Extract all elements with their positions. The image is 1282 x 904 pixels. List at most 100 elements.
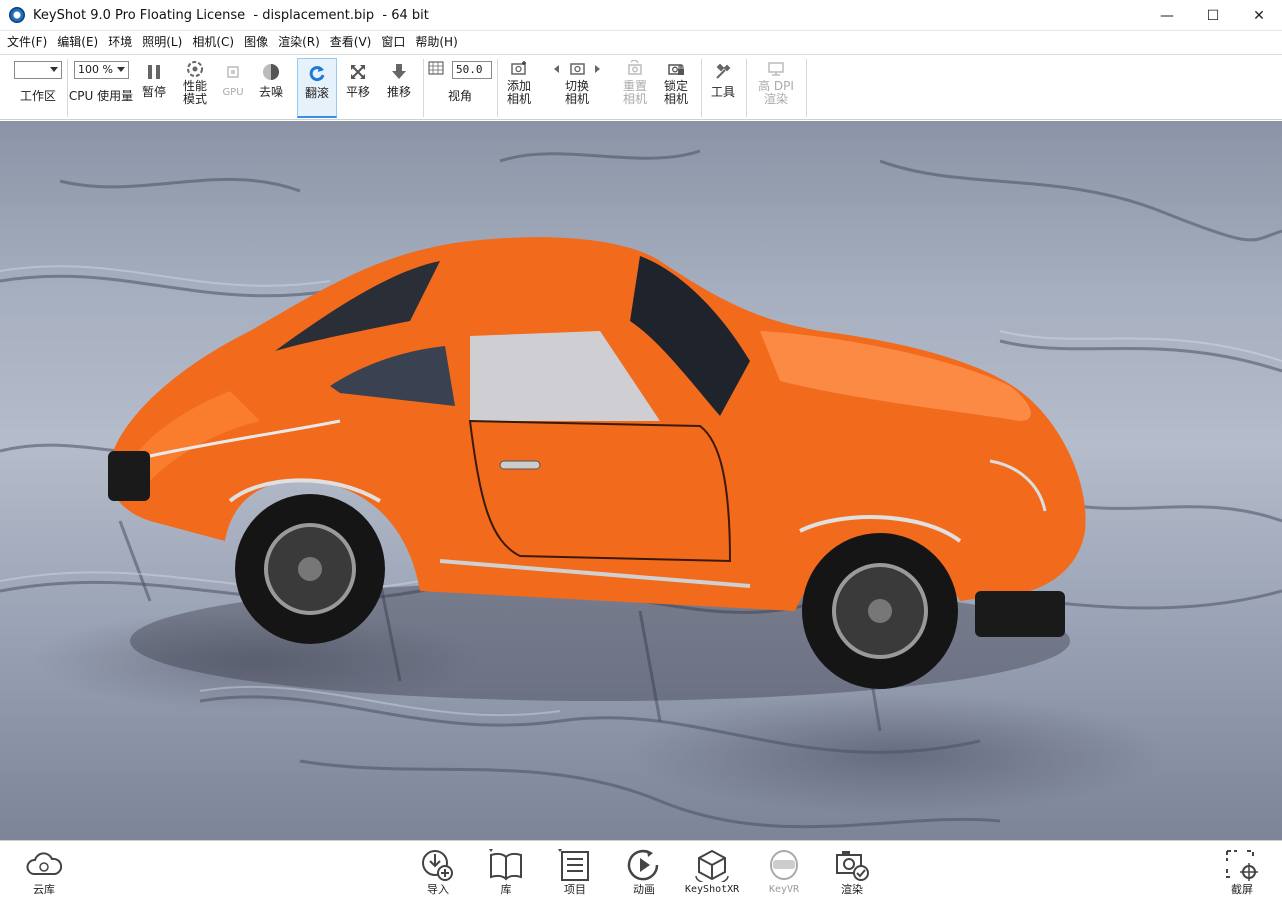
play-circle-icon xyxy=(626,847,662,883)
monitor-icon xyxy=(767,58,785,80)
menu-edit[interactable]: 编辑(E) xyxy=(52,31,103,54)
fov-input[interactable]: 50.0 xyxy=(452,61,492,79)
high-dpi-render-button[interactable]: 高 DPI 渲染 xyxy=(750,58,802,118)
tools-label: 工具 xyxy=(710,85,735,99)
lock-camera-label-2: 相机 xyxy=(663,92,688,106)
dolly-button[interactable]: 推移 xyxy=(379,58,419,118)
denoise-icon xyxy=(262,58,280,86)
toolbar-divider xyxy=(701,59,702,117)
performance-mode-button[interactable]: 性能 模式 xyxy=(176,58,214,118)
tumble-rotate-icon xyxy=(308,59,326,87)
pause-button[interactable]: 暂停 xyxy=(136,58,172,118)
toolbar-divider xyxy=(746,59,747,117)
menu-help[interactable]: 帮助(H) xyxy=(410,31,462,54)
lock-camera-button[interactable]: 锁定 相机 xyxy=(657,58,695,118)
window-title: KeyShot 9.0 Pro Floating License - displ… xyxy=(33,7,429,23)
project-button[interactable]: 项目 xyxy=(557,847,593,896)
switch-camera-label-2: 相机 xyxy=(564,92,589,106)
maximize-button[interactable]: ☐ xyxy=(1190,0,1236,31)
workspace-group: 工作区 xyxy=(14,90,62,110)
cpu-usage-group: CPU 使用量 xyxy=(68,89,134,110)
add-camera-label-2: 相机 xyxy=(506,92,531,106)
title-bar: KeyShot 9.0 Pro Floating License - displ… xyxy=(0,0,1282,31)
keyvr-label: KeyVR xyxy=(768,884,800,895)
tumble-label: 翻滚 xyxy=(304,86,329,100)
denoise-button[interactable]: 去噪 xyxy=(252,58,290,118)
keyshot-logo-icon xyxy=(9,7,25,23)
switch-camera-button[interactable]: 切换 相机 xyxy=(546,58,608,118)
performance-mode-label-2: 模式 xyxy=(182,92,207,106)
pause-icon xyxy=(147,58,161,86)
pan-label: 平移 xyxy=(345,85,370,99)
tools-wrench-icon xyxy=(714,58,732,86)
project-label: 项目 xyxy=(564,883,586,896)
book-icon xyxy=(488,847,524,883)
animation-button[interactable]: 动画 xyxy=(626,847,662,896)
toolbar-divider xyxy=(67,59,68,117)
bottom-bar: 云库 导入 库 项目 动画 KeyShotXR KeyVR 渲染 截屏 xyxy=(0,840,1282,904)
menu-image[interactable]: 图像 xyxy=(239,31,273,54)
menu-environment[interactable]: 环境 xyxy=(103,31,137,54)
fov-group: 视角 xyxy=(430,90,490,110)
lock-camera-icon xyxy=(667,58,685,80)
cpu-usage-label: CPU 使用量 xyxy=(68,89,134,103)
performance-mode-icon xyxy=(186,58,204,80)
denoise-label: 去噪 xyxy=(258,85,283,99)
pan-arrows-icon xyxy=(349,58,367,86)
render-button[interactable]: 渲染 xyxy=(834,847,870,896)
menu-bar: 文件(F) 编辑(E) 环境 照明(L) 相机(C) 图像 渲染(R) 查看(V… xyxy=(0,31,1282,54)
switch-camera-icon xyxy=(550,58,604,80)
menu-render[interactable]: 渲染(R) xyxy=(273,31,325,54)
cpu-usage-value: 100 % xyxy=(78,63,113,76)
dolly-arrow-down-icon xyxy=(390,58,408,86)
import-icon xyxy=(420,847,456,883)
gpu-chip-icon xyxy=(225,58,241,86)
keyshotxr-label: KeyShotXR xyxy=(685,884,740,895)
reset-camera-label-2: 相机 xyxy=(622,92,647,106)
fov-label: 视角 xyxy=(447,89,472,103)
render-viewport[interactable] xyxy=(0,121,1282,840)
close-button[interactable]: ✕ xyxy=(1236,0,1282,31)
keyshotxr-cube-icon xyxy=(694,847,730,883)
import-label: 导入 xyxy=(427,883,449,896)
toolbar-divider xyxy=(806,59,807,117)
chevron-down-icon xyxy=(117,67,125,72)
workspace-label: 工作区 xyxy=(19,89,56,103)
rendered-scene xyxy=(0,149,1282,829)
toolbar-divider xyxy=(497,59,498,117)
cloud-library-label: 云库 xyxy=(33,883,55,896)
fov-icon-wrap xyxy=(426,61,446,81)
screenshot-crosshair-icon xyxy=(1224,847,1260,883)
ribbon-toolbar: 工作区 100 % CPU 使用量 暂停 性能 模式 GPU 去噪 翻滚 平移 … xyxy=(0,54,1282,120)
tools-button[interactable]: 工具 xyxy=(704,58,742,118)
library-button[interactable]: 库 xyxy=(488,847,524,896)
pan-button[interactable]: 平移 xyxy=(339,58,377,118)
minimize-button[interactable]: — xyxy=(1144,0,1190,31)
workspace-dropdown[interactable] xyxy=(14,61,62,79)
cloud-library-button[interactable]: 云库 xyxy=(26,847,62,896)
menu-file[interactable]: 文件(F) xyxy=(2,31,52,54)
project-list-icon xyxy=(557,847,593,883)
reset-camera-button[interactable]: 重置 相机 xyxy=(616,58,654,118)
menu-window[interactable]: 窗口 xyxy=(376,31,410,54)
keyshotxr-button[interactable]: KeyShotXR xyxy=(685,847,739,896)
menu-camera[interactable]: 相机(C) xyxy=(187,31,239,54)
gpu-label: GPU xyxy=(222,87,244,98)
menu-lighting[interactable]: 照明(L) xyxy=(137,31,187,54)
fov-grid-icon xyxy=(428,61,444,75)
import-button[interactable]: 导入 xyxy=(420,847,456,896)
vr-headset-icon xyxy=(766,847,802,883)
add-camera-button[interactable]: 添加 相机 xyxy=(500,58,538,118)
reset-camera-icon xyxy=(626,58,644,80)
keyvr-button[interactable]: KeyVR xyxy=(766,847,802,896)
menu-view[interactable]: 查看(V) xyxy=(325,31,377,54)
gpu-button[interactable]: GPU xyxy=(216,58,250,118)
tumble-button[interactable]: 翻滚 xyxy=(297,58,337,118)
toolbar-divider xyxy=(423,59,424,117)
add-camera-icon xyxy=(510,58,528,80)
cpu-usage-dropdown[interactable]: 100 % xyxy=(74,61,129,79)
library-label: 库 xyxy=(500,883,512,896)
chevron-down-icon xyxy=(50,67,58,72)
render-camera-check-icon xyxy=(834,847,870,883)
screenshot-button[interactable]: 截屏 xyxy=(1224,847,1260,896)
